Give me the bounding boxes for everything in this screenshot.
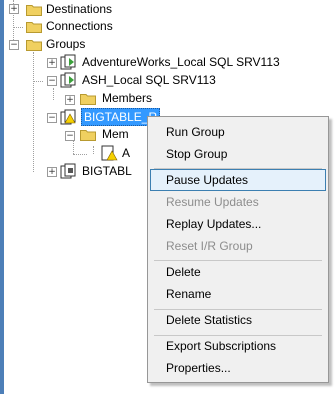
menu-item-resume-updates: Resume Updates [166, 195, 259, 209]
expand-toggle[interactable]: + [65, 95, 75, 105]
group-icon [60, 72, 76, 88]
tree-line [73, 154, 87, 155]
menu-item-reset-ir-group: Reset I/R Group [166, 239, 253, 253]
tree-item-bigtable-2[interactable]: BIGTABL [82, 163, 132, 179]
collapse-toggle[interactable]: − [47, 76, 57, 86]
folder-open-icon [26, 40, 42, 51]
tree-item-connections[interactable]: Connections [46, 18, 113, 34]
group-icon [60, 54, 76, 70]
tree-line [33, 52, 34, 172]
tree-item-member[interactable]: A [122, 145, 130, 161]
tree-line [13, 27, 23, 28]
tree-item-adventureworks[interactable]: AdventureWorks_Local SQL SRV113 [82, 54, 280, 70]
menu-item-pause-updates[interactable]: Pause Updates [150, 169, 326, 191]
menu-item-rename[interactable]: Rename [150, 283, 326, 305]
menu-item-run-group[interactable]: Run Group [150, 121, 326, 143]
menu-item-replay-updates[interactable]: Replay Updates... [150, 213, 326, 235]
collapse-toggle[interactable]: − [65, 131, 75, 141]
context-menu: Run Group Stop Group Pause Updates Resum… [147, 116, 329, 383]
expand-toggle[interactable]: + [47, 58, 57, 68]
tree-item-members[interactable]: Members [102, 90, 152, 106]
menu-item-export-subscriptions[interactable]: Export Subscriptions [150, 335, 326, 357]
expand-toggle[interactable]: + [9, 4, 19, 14]
tree-line [73, 140, 74, 154]
menu-item-stop-group[interactable]: Stop Group [150, 143, 326, 165]
tree-item-groups[interactable]: Groups [46, 36, 85, 52]
expand-toggle[interactable]: + [47, 167, 57, 177]
member-warning-icon [101, 145, 118, 161]
tree-line [53, 88, 54, 100]
menu-item-properties[interactable]: Properties... [150, 357, 326, 379]
collapse-toggle[interactable]: − [47, 113, 57, 123]
collapse-toggle[interactable]: − [9, 40, 19, 50]
folder-open-icon [80, 130, 96, 141]
group-icon [60, 163, 76, 179]
folder-icon [26, 22, 42, 33]
window-left-edge [0, 0, 4, 394]
folder-icon [26, 5, 42, 16]
tree-item-destinations[interactable]: Destinations [46, 1, 112, 17]
menu-item-delete[interactable]: Delete [150, 261, 326, 283]
folder-icon [80, 94, 96, 105]
tree-item-ash[interactable]: ASH_Local SQL SRV113 [82, 72, 216, 88]
tree-line [33, 81, 43, 82]
group-warning-icon [60, 109, 76, 125]
tree-item-members-2[interactable]: Mem [102, 126, 129, 142]
menu-item-delete-statistics[interactable]: Delete Statistics [150, 309, 326, 331]
tree-line [93, 146, 94, 154]
